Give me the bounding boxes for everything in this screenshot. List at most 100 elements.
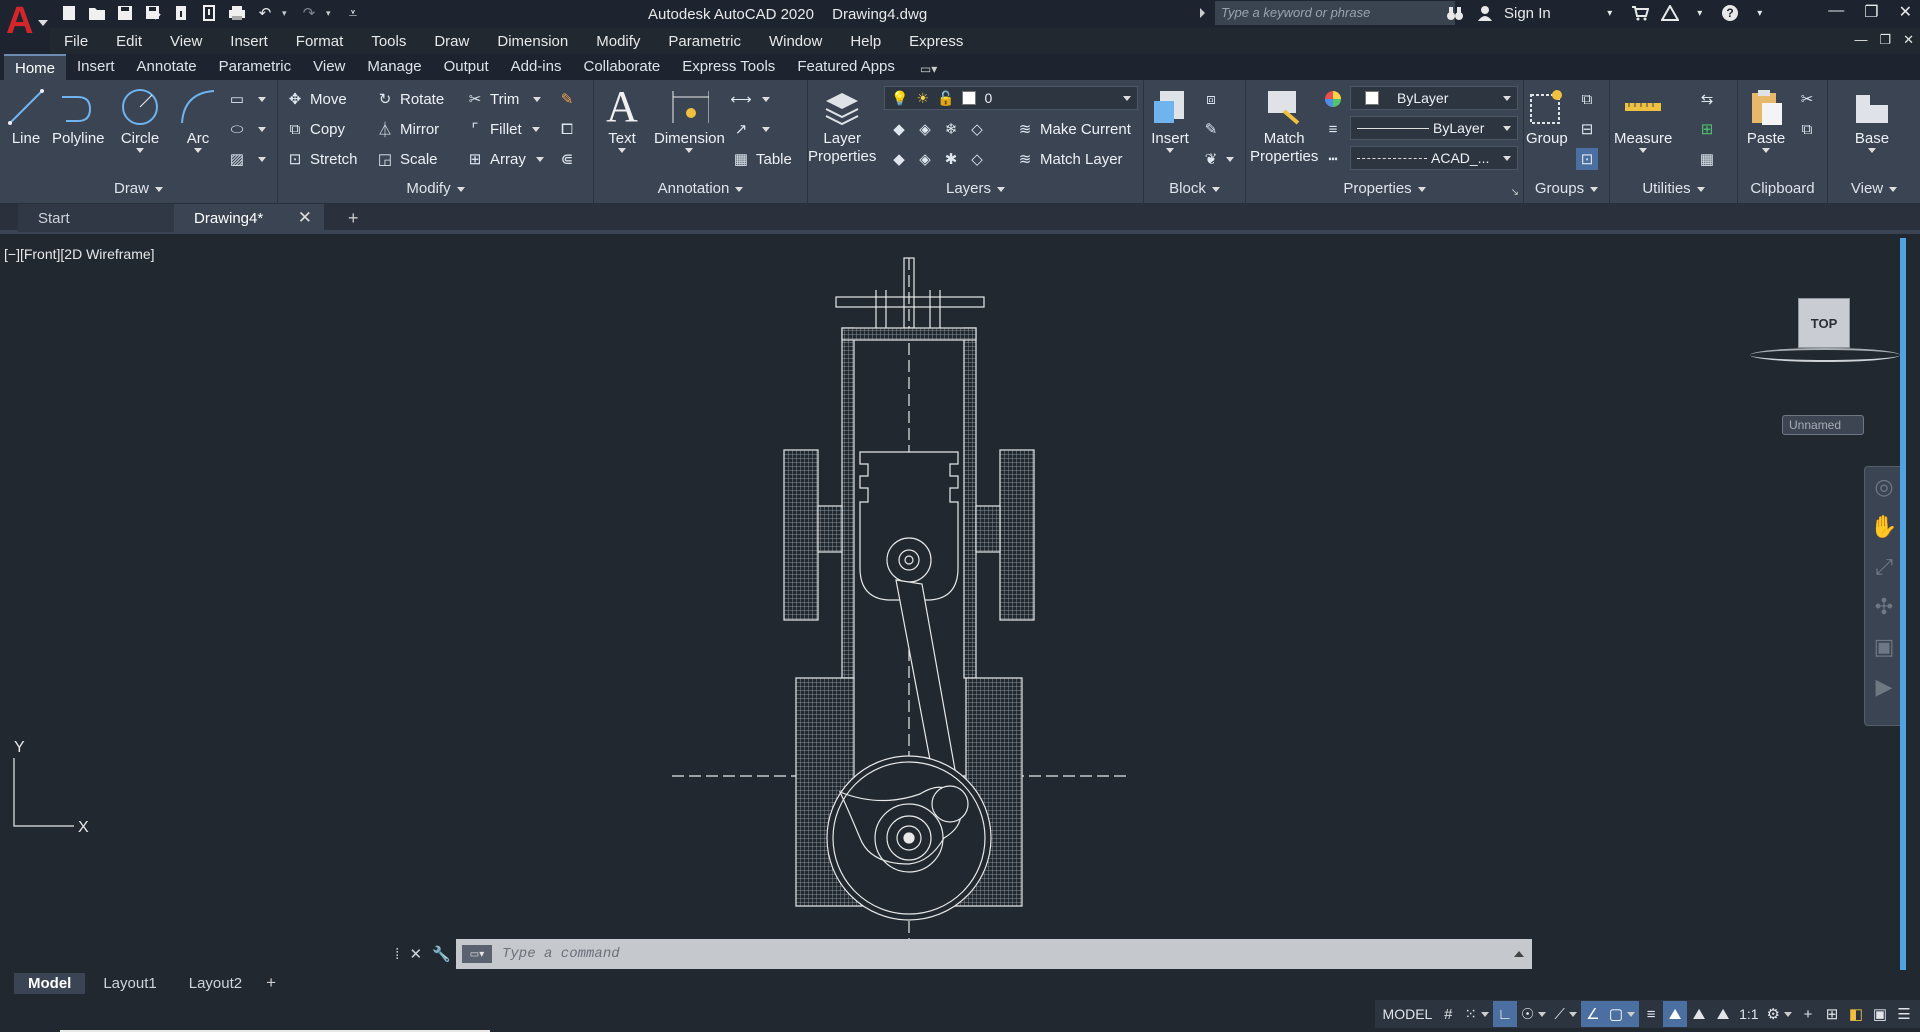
restore-icon[interactable]: ❐ (1864, 2, 1878, 22)
copy-button[interactable]: ⧉ Copy (284, 116, 345, 142)
new-icon[interactable] (58, 3, 80, 23)
scale-button[interactable]: ◲ Scale (374, 146, 438, 172)
ungroup-button[interactable]: ⧉ (1576, 86, 1602, 112)
tab-model[interactable]: Model (14, 972, 86, 994)
table-button[interactable]: ▦ Table (730, 146, 792, 172)
tab-layout2[interactable]: Layout2 (175, 973, 256, 994)
isodraft-icon[interactable]: ⟋ (1550, 1001, 1581, 1027)
menu-parametric[interactable]: Parametric (654, 33, 755, 50)
ortho-icon[interactable]: ∟ (1492, 1001, 1517, 1027)
ellipse-button[interactable]: ⬭ (226, 116, 266, 142)
panel-title-block[interactable]: Block (1144, 180, 1245, 202)
grid-icon[interactable]: # (1436, 1001, 1460, 1027)
chevron-down-icon[interactable]: ▾ (326, 8, 336, 19)
close-icon[interactable]: ✕ (1903, 32, 1914, 48)
close-icon[interactable]: ✕ (1899, 2, 1912, 22)
offset-button[interactable]: ⋐ (556, 146, 582, 172)
panel-title-properties[interactable]: Properties (1246, 180, 1523, 202)
tab-express-tools[interactable]: Express Tools (671, 54, 786, 80)
base-button[interactable]: Base (1852, 86, 1892, 153)
pan-hand-icon[interactable]: ✋ (1865, 507, 1903, 547)
customize-icon[interactable]: ⩡ (342, 3, 364, 23)
edit-block-button[interactable]: ✎ (1200, 116, 1226, 142)
stretch-button[interactable]: ⊡ Stretch (284, 146, 358, 172)
move-button[interactable]: ✥ Move (284, 86, 347, 112)
close-icon[interactable]: ✕ (298, 208, 312, 228)
model-space-toggle[interactable]: MODEL (1379, 1001, 1437, 1027)
color-dropdown[interactable]: ByLayer (1350, 86, 1518, 110)
annotation-visibility-icon[interactable]: ⛰ (1663, 1001, 1688, 1027)
measure-button[interactable]: Measure (1614, 86, 1672, 153)
object-snap-tracking-icon[interactable]: ∠ (1580, 1001, 1605, 1027)
lineweight-toggle-icon[interactable]: ≡ (1639, 1001, 1663, 1027)
mirror-button[interactable]: ⏃ Mirror (374, 116, 439, 142)
menu-tools[interactable]: Tools (357, 33, 420, 50)
linetype-button[interactable]: ┅ (1322, 146, 1348, 172)
layer-unisolate-icon[interactable]: ◈ (914, 148, 936, 170)
paste-button[interactable]: Paste (1746, 86, 1786, 153)
redo-icon[interactable]: ↷ (298, 3, 320, 23)
panel-title-clipboard[interactable]: Clipboard (1738, 180, 1827, 202)
showmotion-icon[interactable]: ▣ (1865, 627, 1903, 667)
workspace-gear-icon[interactable]: ⚙ (1763, 1001, 1796, 1027)
auto-scale-icon[interactable]: ⛰ (1687, 1001, 1711, 1027)
add-layout-icon[interactable]: + (266, 973, 276, 993)
tab-start[interactable]: Start (18, 204, 178, 232)
copy-clip-button[interactable]: ⧉ (1796, 116, 1822, 142)
arc-button[interactable]: Arc (178, 86, 218, 153)
play-icon[interactable]: ▶ (1865, 667, 1903, 707)
help-icon[interactable]: ? (1719, 3, 1741, 23)
ribbon-toggle-icon[interactable]: ▭▾ (916, 58, 941, 80)
sign-in-link[interactable]: Sign In (1504, 5, 1551, 22)
hatch-button[interactable]: ▨ (226, 146, 266, 172)
quick-select-button[interactable]: ⇆ (1696, 86, 1722, 112)
annotation-scale[interactable]: 1:1 (1735, 1001, 1762, 1027)
tab-parametric[interactable]: Parametric (208, 54, 303, 80)
save-web-icon[interactable] (198, 3, 220, 23)
expand-arrow-icon[interactable] (1200, 8, 1205, 18)
panel-title-groups[interactable]: Groups (1524, 180, 1609, 202)
calculator-button[interactable]: ▦ (1696, 146, 1722, 172)
rectangle-button[interactable]: ▭ (226, 86, 266, 112)
dimension-button[interactable]: Dimension (654, 86, 725, 153)
tab-add-ins[interactable]: Add-ins (500, 54, 573, 80)
cart-icon[interactable] (1629, 3, 1651, 23)
menu-insert[interactable]: Insert (216, 33, 282, 50)
wrench-icon[interactable]: 🔧 (432, 945, 451, 963)
drawing-canvas[interactable]: [−][Front][2D Wireframe] Y X TOP Unnamed… (0, 238, 1906, 970)
tab-layout1[interactable]: Layout1 (89, 973, 170, 994)
new-tab-icon[interactable]: + (348, 208, 359, 229)
group-selection-button[interactable]: ⊡ (1576, 146, 1602, 172)
user-icon[interactable] (1474, 3, 1496, 23)
tab-insert[interactable]: Insert (66, 54, 126, 80)
layer-freeze-icon[interactable]: ❄ (940, 118, 962, 140)
menu-edit[interactable]: Edit (102, 33, 156, 50)
close-icon[interactable]: ✕ (409, 945, 422, 963)
viewcube[interactable]: TOP (1750, 298, 1900, 368)
layer-unlock-icon[interactable]: ◇ (966, 148, 988, 170)
open-icon[interactable] (86, 3, 108, 23)
binoculars-icon[interactable] (1444, 3, 1466, 23)
chevron-down-icon[interactable]: ▾ (1599, 3, 1621, 23)
layer-isolate-icon[interactable]: ◈ (914, 118, 936, 140)
group-edit-button[interactable]: ⊟ (1576, 116, 1602, 142)
edit-attributes-button[interactable]: ❦ (1200, 146, 1234, 172)
tab-home[interactable]: Home (4, 54, 67, 80)
trim-button[interactable]: ✂ Trim (464, 86, 542, 112)
lineweight-button[interactable]: ≡ (1322, 116, 1348, 142)
open-web-icon[interactable] (170, 3, 192, 23)
save-icon[interactable] (114, 3, 136, 23)
circle-button[interactable]: Circle (120, 86, 160, 153)
panel-title-draw[interactable]: Draw (0, 180, 277, 202)
restore-icon[interactable]: ❐ (1879, 32, 1891, 48)
color-wheel-button[interactable] (1322, 86, 1348, 112)
orbit-icon[interactable]: ✣ (1865, 587, 1903, 627)
zoom-extents-icon[interactable]: ⤢ (1865, 547, 1903, 587)
menu-window[interactable]: Window (755, 33, 836, 50)
match-layer-button[interactable]: ≋ Match Layer (1014, 146, 1123, 172)
save-as-icon[interactable] (142, 3, 164, 23)
panel-title-annotation[interactable]: Annotation (594, 180, 807, 202)
layer-on-icon[interactable]: ◆ (888, 148, 910, 170)
tab-manage[interactable]: Manage (356, 54, 432, 80)
layer-properties-button[interactable]: Layer Properties (808, 86, 876, 166)
